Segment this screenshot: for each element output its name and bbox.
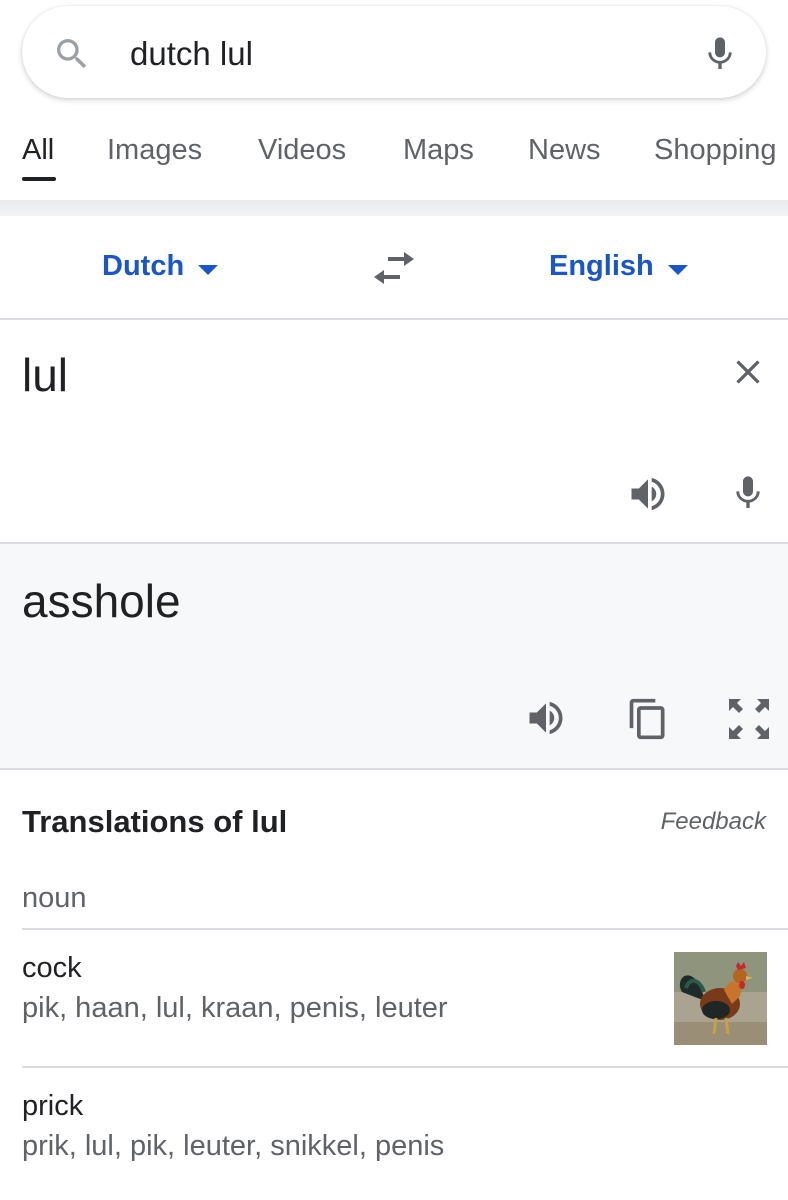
tab-videos[interactable]: Videos [258,134,346,167]
chevron-down-icon [667,264,688,275]
tab-images[interactable]: Images [107,134,202,167]
search-input[interactable]: dutch lul [130,34,253,74]
part-of-speech-label: noun [22,882,87,914]
tab-maps[interactable]: Maps [403,134,474,167]
feedback-link[interactable]: Feedback [661,808,766,836]
microphone-icon[interactable] [700,30,740,78]
close-icon[interactable] [728,352,768,392]
translation-synonyms: prik, lul, pik, leuter, snikkel, penis [22,1130,445,1162]
translations-heading: Translations of lul [22,804,288,839]
search-icon[interactable] [52,34,92,74]
active-tab-indicator [22,177,56,181]
divider [22,1066,788,1068]
tab-shopping[interactable]: Shopping [654,134,777,167]
source-text-panel[interactable]: lul [0,322,788,544]
search-tabs: All Images Videos Maps News Shopping [0,120,788,200]
fullscreen-icon[interactable] [726,696,772,742]
speaker-icon[interactable] [624,472,672,516]
chevron-down-icon [198,264,219,275]
translation-word: prick [22,1090,84,1122]
copy-icon[interactable] [626,694,670,744]
translation-synonyms: pik, haan, lul, kraan, penis, leuter [22,992,448,1024]
rooster-image[interactable] [674,952,767,1045]
search-bar[interactable]: dutch lul [22,6,766,98]
source-language-dropdown[interactable]: Dutch [102,250,219,283]
translation-word: cock [22,952,82,984]
source-language-label: Dutch [102,250,185,282]
source-text-input[interactable]: lul [22,348,68,402]
swap-languages-icon[interactable] [372,250,416,286]
divider [22,928,788,930]
tab-news[interactable]: News [528,134,601,167]
target-text-panel: asshole [0,544,788,770]
tabs-divider [0,200,788,216]
translated-text: asshole [22,575,181,627]
target-language-dropdown[interactable]: English [549,250,688,283]
target-language-label: English [549,250,654,282]
microphone-icon[interactable] [728,468,768,518]
speaker-icon[interactable] [522,696,570,740]
tab-all[interactable]: All [22,134,54,167]
language-selector: Dutch English [0,216,788,320]
